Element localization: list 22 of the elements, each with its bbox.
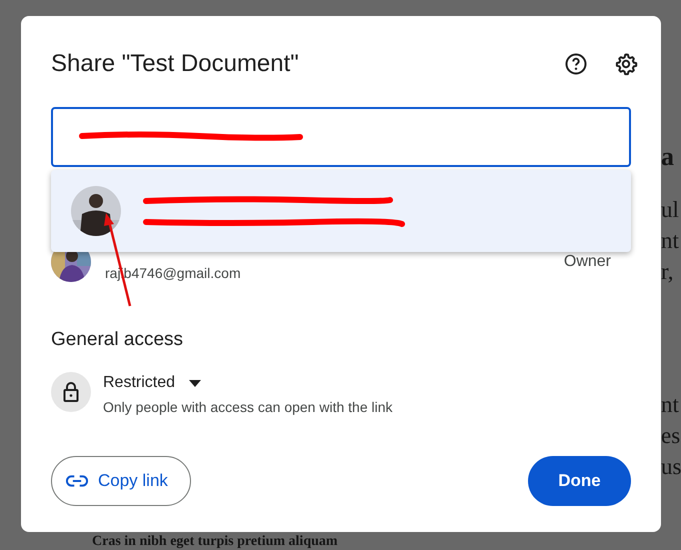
document-text: nt [661, 391, 680, 419]
document-text: nt [661, 227, 680, 255]
done-button[interactable]: Done [528, 456, 631, 506]
document-heading: a [661, 141, 675, 173]
link-icon [66, 475, 88, 487]
document-text: es [661, 422, 681, 450]
access-dropdown[interactable]: Restricted [103, 372, 202, 394]
document-text: ul [661, 196, 680, 224]
help-icon[interactable] [564, 52, 588, 76]
document-text: r, [661, 258, 674, 286]
copy-link-button[interactable]: Copy link [51, 456, 191, 506]
dialog-title: Share "Test Document" [51, 50, 299, 78]
document-heading: Cras in nibh eget turpis pretium aliquam [92, 534, 338, 549]
access-description: Only people with access can open with the link [103, 399, 392, 415]
document-text: us [661, 453, 681, 481]
caret-icon [189, 380, 202, 386]
settings-icon[interactable] [614, 52, 638, 76]
section-heading: General access [51, 328, 184, 352]
role-label: Owner [564, 253, 611, 271]
recipient-field[interactable] [51, 107, 631, 167]
suggestion-item[interactable] [51, 170, 631, 252]
lock-icon [51, 372, 91, 412]
